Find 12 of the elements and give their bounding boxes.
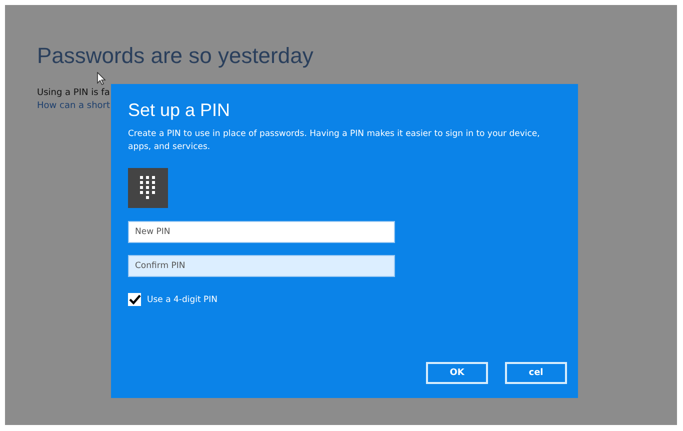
ok-button[interactable]: OK [426, 362, 488, 384]
pin-field[interactable]: New PIN [128, 221, 395, 243]
info-text: Using a PIN is fa [37, 88, 111, 98]
cursor-icon [97, 72, 106, 85]
page-title: Passwords are so yesterday [37, 43, 314, 69]
keypad-icon [128, 168, 168, 208]
pin-field[interactable]: Confirm PIN [128, 255, 395, 277]
cancel-button[interactable]: cel [505, 362, 567, 384]
dialog-title: Set up a PIN [128, 100, 232, 121]
checkbox[interactable] [128, 293, 141, 306]
dialog-description: Create a PIN to use in place of passwords. Having a PIN makes it easier to sign in to your device, apps, and services. [128, 128, 541, 154]
checkbox-label: Use a 4-digit PIN [147, 294, 218, 304]
